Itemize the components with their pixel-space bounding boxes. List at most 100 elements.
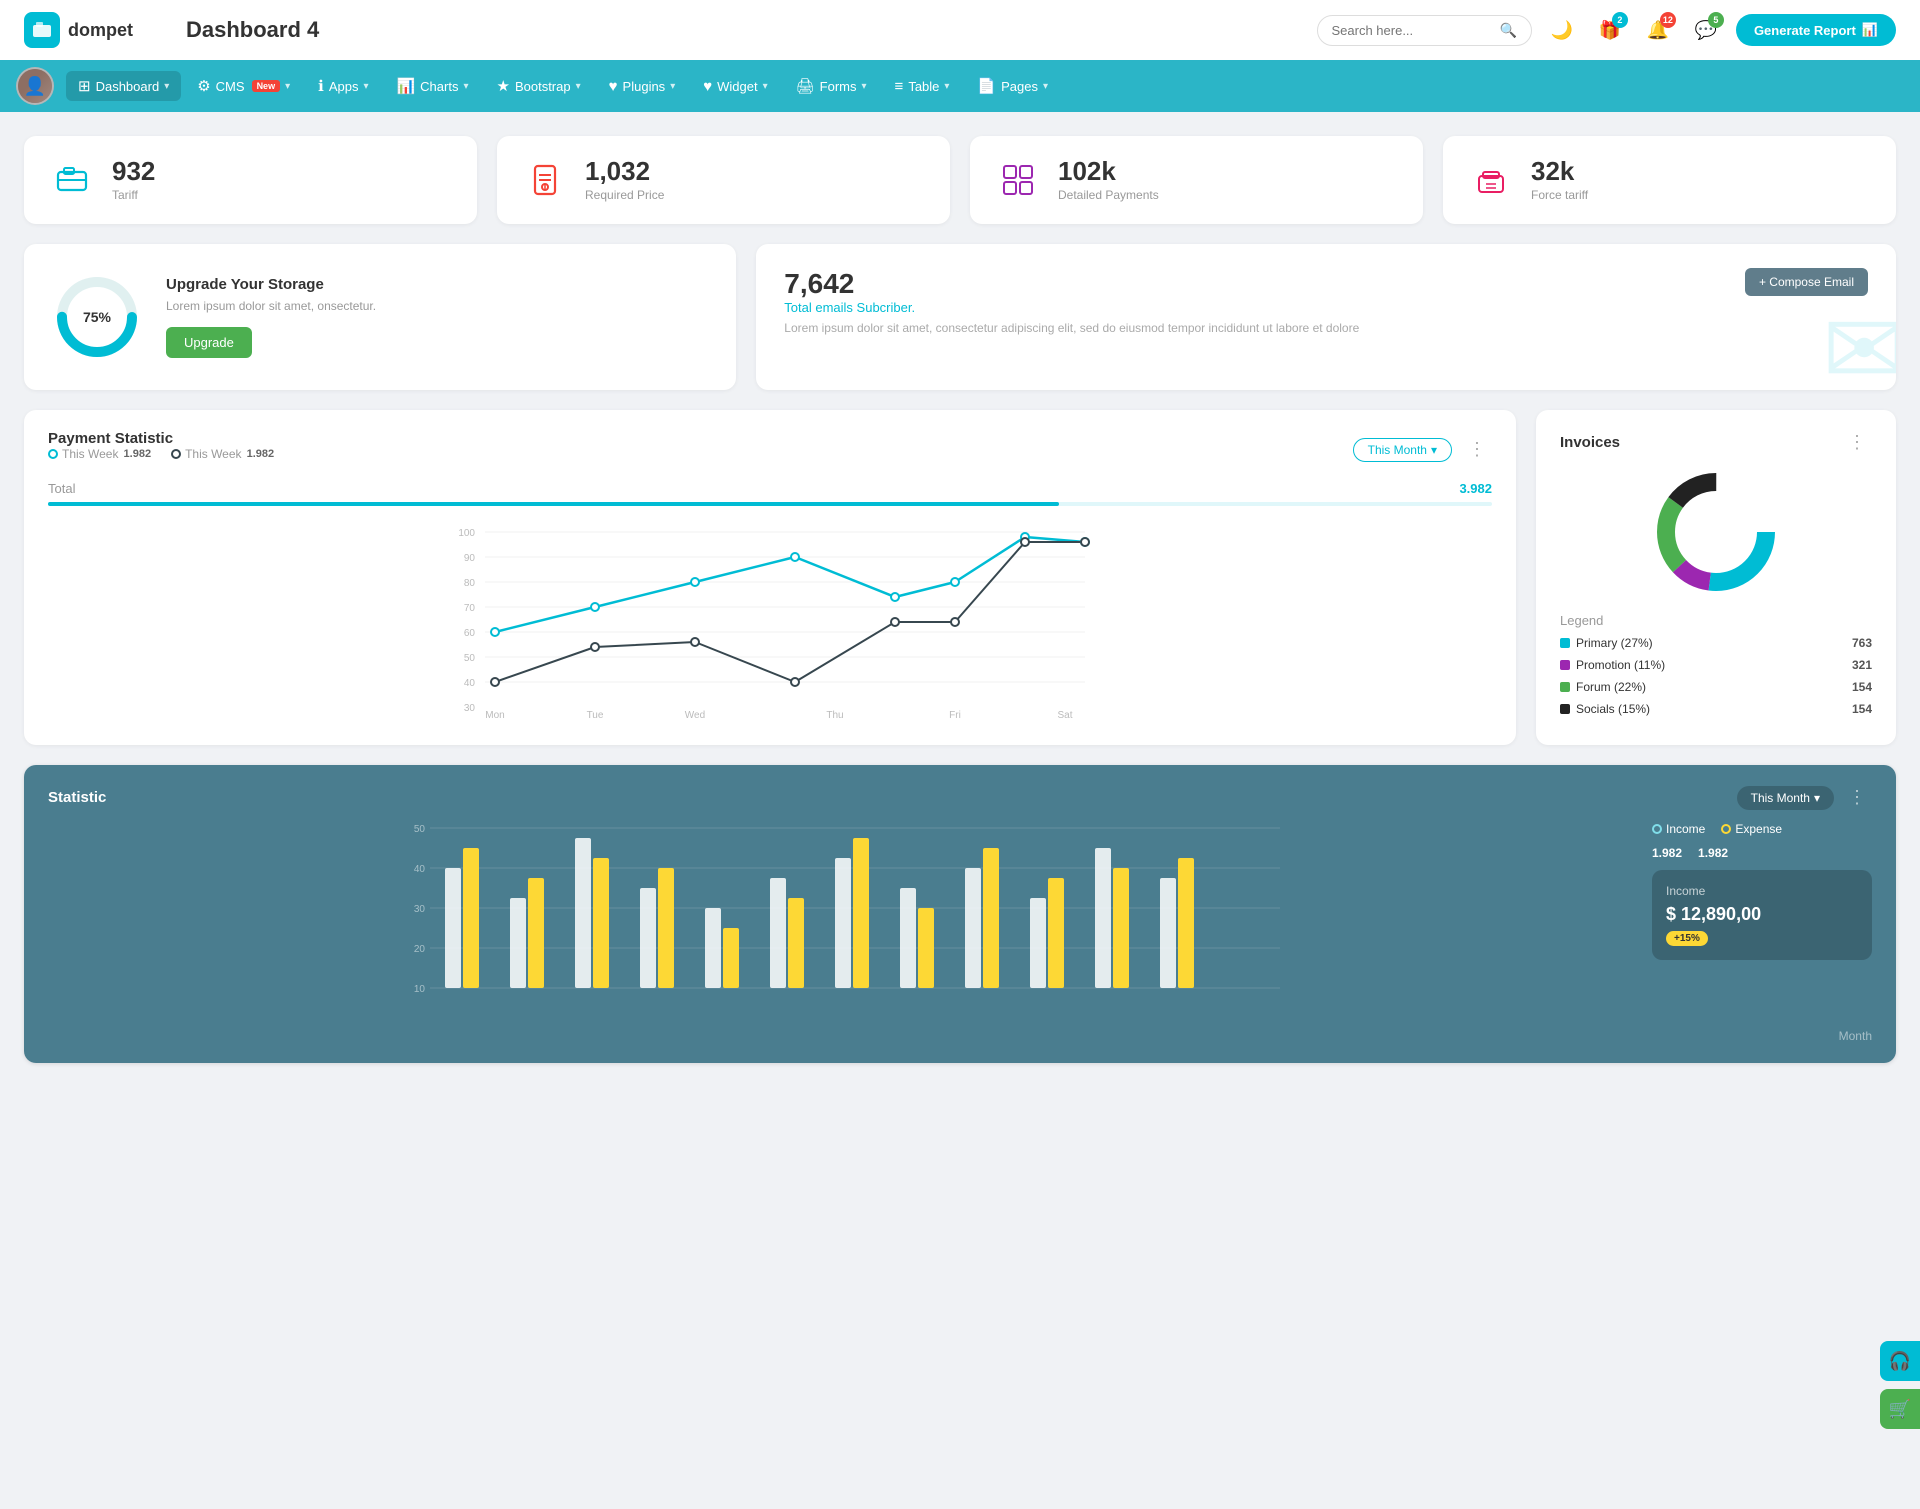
nav-item-bootstrap[interactable]: ★ Bootstrap ▾	[485, 71, 593, 101]
cms-icon: ⚙	[197, 77, 210, 95]
statistic-header: Statistic This Month ▾ ⋮	[48, 785, 1872, 810]
compose-email-button[interactable]: + Compose Email	[1745, 268, 1868, 296]
legend-dot-dark	[171, 449, 181, 459]
page-title: Dashboard 4	[186, 17, 1301, 43]
legend1-value: 1.982	[120, 448, 151, 460]
force-tariff-label: Force tariff	[1531, 188, 1588, 202]
month-label: Month	[48, 1029, 1872, 1043]
statistic-more-options[interactable]: ⋮	[1842, 785, 1872, 810]
search-box[interactable]: 🔍	[1317, 15, 1532, 46]
legend-socials-left: Socials (15%)	[1560, 702, 1650, 716]
bootstrap-caret: ▾	[576, 81, 581, 92]
total-row: Total 3.982	[48, 481, 1492, 496]
payment-filter-area: This Month ▾ ⋮	[1353, 437, 1492, 462]
nav-item-plugins[interactable]: ♥ Plugins ▾	[597, 72, 688, 101]
cart-button[interactable]: 🛒	[1880, 1389, 1920, 1429]
headset-button[interactable]: 🎧	[1880, 1341, 1920, 1381]
income-legend-label: Income	[1666, 822, 1705, 836]
invoices-header: Invoices ⋮	[1560, 430, 1872, 455]
bell-button[interactable]: 🔔 12	[1640, 12, 1676, 48]
tariff-icon	[48, 156, 96, 204]
widget-caret: ▾	[763, 81, 768, 92]
statistic-this-month-button[interactable]: This Month ▾	[1737, 786, 1834, 810]
upgrade-button[interactable]: Upgrade	[166, 327, 252, 358]
svg-text:50: 50	[414, 824, 426, 835]
cart-icon: 🛒	[1889, 1399, 1911, 1420]
svg-text:80: 80	[464, 578, 476, 589]
total-bar-fill	[48, 502, 1059, 506]
nav-avatar: 👤	[16, 67, 54, 105]
nav-label-widget: Widget	[717, 79, 757, 94]
nav-label-table: Table	[908, 79, 939, 94]
plugins-icon: ♥	[609, 78, 618, 95]
chat-button[interactable]: 💬 5	[1688, 12, 1724, 48]
invoices-donut-svg	[1651, 467, 1781, 597]
moon-icon: 🌙	[1551, 20, 1573, 41]
table-icon: ≡	[895, 78, 904, 95]
legend2-label: This Week	[185, 447, 241, 461]
nav-label-bootstrap: Bootstrap	[515, 79, 571, 94]
socials-color-dot	[1560, 704, 1570, 714]
apps-icon: ℹ	[318, 77, 324, 95]
gift-button[interactable]: 🎁 2	[1592, 12, 1628, 48]
nav-item-widget[interactable]: ♥ Widget ▾	[691, 72, 779, 101]
income-detail-value: $ 12,890,00	[1666, 904, 1858, 925]
bootstrap-icon: ★	[497, 77, 510, 95]
pages-caret: ▾	[1043, 81, 1048, 92]
income-dot	[1652, 824, 1662, 834]
legend-title: Legend	[1560, 613, 1872, 628]
plugins-caret: ▾	[670, 81, 675, 92]
svg-text:30: 30	[414, 904, 426, 915]
nav-item-charts[interactable]: 📊 Charts ▾	[384, 71, 480, 101]
nav-item-apps[interactable]: ℹ Apps ▾	[306, 71, 380, 101]
total-value: 3.982	[1459, 481, 1492, 496]
headset-icon: 🎧	[1889, 1351, 1911, 1372]
expense-value-display: 1.982	[1698, 846, 1728, 860]
legend-row-forum: Forum (22%) 154	[1560, 680, 1872, 694]
force-tariff-icon	[1467, 156, 1515, 204]
chat-badge: 5	[1708, 12, 1724, 28]
statistic-filter-caret: ▾	[1814, 791, 1820, 805]
nav-item-cms[interactable]: ⚙ CMS New ▾	[185, 71, 302, 101]
forum-value: 154	[1852, 680, 1872, 694]
payment-left: Payment Statistic This Week 1.982 This W…	[48, 430, 274, 469]
header-right: 🔍 🌙 🎁 2 🔔 12 💬 5 Generate Report 📊	[1317, 12, 1897, 48]
avatar-image: 👤	[18, 69, 52, 103]
svg-text:20: 20	[414, 944, 426, 955]
promotion-label: Promotion (11%)	[1576, 658, 1665, 672]
this-month-button[interactable]: This Month ▾	[1353, 438, 1452, 462]
pages-icon: 📄	[977, 77, 996, 95]
primary-label: Primary (27%)	[1576, 636, 1653, 650]
stat-card-detailed-payments: 102k Detailed Payments	[970, 136, 1423, 224]
stat-card-force-tariff: 32k Force tariff	[1443, 136, 1896, 224]
legend1-label: This Week	[62, 447, 118, 461]
dashboard-icon: ⊞	[78, 77, 91, 95]
promotion-color-dot	[1560, 660, 1570, 670]
stat-card-tariff: 932 Tariff	[24, 136, 477, 224]
nav-item-dashboard[interactable]: ⊞ Dashboard ▾	[66, 71, 181, 101]
generate-report-button[interactable]: Generate Report 📊	[1736, 14, 1896, 46]
moon-button[interactable]: 🌙	[1544, 12, 1580, 48]
svg-text:40: 40	[414, 864, 426, 875]
statistic-month-label: This Month	[1751, 791, 1810, 805]
legend-dot-teal	[48, 449, 58, 459]
stat-info-detailed-payments: 102k Detailed Payments	[1058, 158, 1159, 202]
storage-card: 75% Upgrade Your Storage Lorem ipsum dol…	[24, 244, 736, 390]
payment-more-options[interactable]: ⋮	[1462, 437, 1492, 462]
detailed-payments-value: 102k	[1058, 158, 1159, 184]
this-month-label: This Month	[1368, 443, 1427, 457]
svg-text:Thu: Thu	[826, 710, 843, 721]
income-expense-panel: Income Expense 1.982 1.982 Income $ 12,8…	[1652, 818, 1872, 1021]
income-detail-box: Income $ 12,890,00 +15%	[1652, 870, 1872, 960]
nav-item-forms[interactable]: 🖨 Forms ▾	[784, 71, 879, 101]
search-input[interactable]	[1332, 23, 1492, 38]
nav-item-pages[interactable]: 📄 Pages ▾	[965, 71, 1060, 101]
nav-label-cms: CMS	[216, 79, 245, 94]
email-description: Lorem ipsum dolor sit amet, consectetur …	[784, 321, 1359, 335]
bar-chart-area: 50 40 30 20 10	[48, 818, 1632, 1021]
income-legend: Income	[1652, 822, 1705, 836]
income-expense-values: 1.982 1.982	[1652, 846, 1872, 860]
invoices-more-options[interactable]: ⋮	[1842, 430, 1872, 455]
forum-label: Forum (22%)	[1576, 680, 1646, 694]
nav-item-table[interactable]: ≡ Table ▾	[883, 72, 962, 101]
